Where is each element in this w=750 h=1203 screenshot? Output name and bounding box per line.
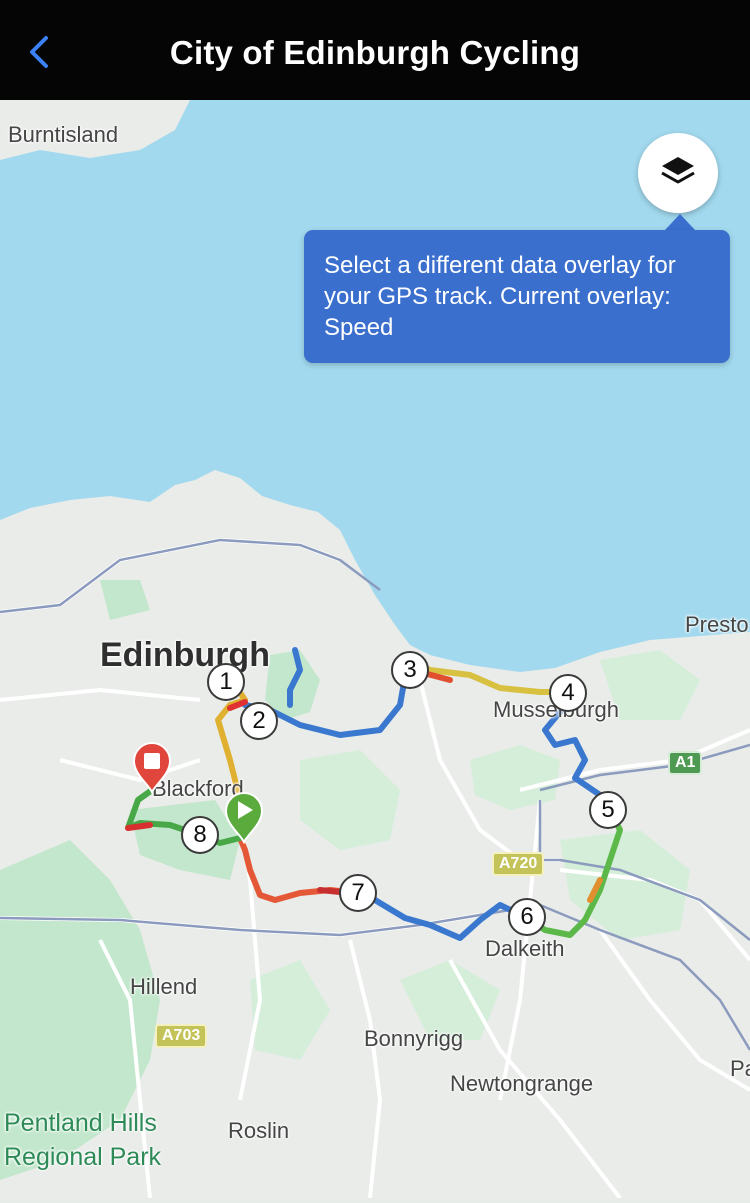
road-badge-a1: A1	[668, 751, 703, 775]
tooltip-arrow	[664, 214, 696, 231]
place-label-roslin: Roslin	[228, 1118, 290, 1143]
overlay-tooltip[interactable]: Select a different data overlay for your…	[304, 230, 730, 363]
place-label-hillend: Hillend	[130, 974, 198, 999]
waypoint-marker-4[interactable]: 4	[549, 674, 587, 712]
layers-icon	[661, 157, 695, 184]
waypoint-marker-1[interactable]: 1	[207, 663, 245, 701]
place-label-preston: Presto	[685, 612, 749, 637]
stop-pin-icon[interactable]	[130, 740, 174, 794]
layers-button[interactable]	[638, 133, 718, 213]
page-title: City of Edinburgh Cycling	[169, 34, 581, 71]
road-badge-a703: A703	[155, 1024, 208, 1048]
waypoint-marker-7[interactable]: 7	[339, 874, 377, 912]
place-label-edinburgh: Edinburgh	[100, 636, 270, 674]
place-label-pentland: Pentland Hills Regional Park	[4, 1109, 162, 1171]
waypoint-marker-8[interactable]: 8	[181, 816, 219, 854]
place-label-burntisland: Burntisland	[8, 122, 119, 147]
nav-header: City of Edinburgh Cycling	[0, 0, 750, 100]
waypoint-marker-5[interactable]: 5	[589, 791, 627, 829]
waypoint-marker-2[interactable]: 2	[240, 702, 278, 740]
road-badge-a720: A720	[492, 852, 545, 876]
place-label-pa: Pa	[730, 1056, 750, 1081]
place-label-dalkeith: Dalkeith	[485, 936, 565, 961]
waypoint-marker-6[interactable]: 6	[508, 898, 546, 936]
place-label-bonnyrigg: Bonnyrigg	[364, 1026, 464, 1051]
place-label-newtongrange: Newtongrange	[450, 1071, 594, 1096]
start-pin-icon[interactable]	[222, 790, 266, 844]
waypoint-marker-3[interactable]: 3	[391, 651, 429, 689]
